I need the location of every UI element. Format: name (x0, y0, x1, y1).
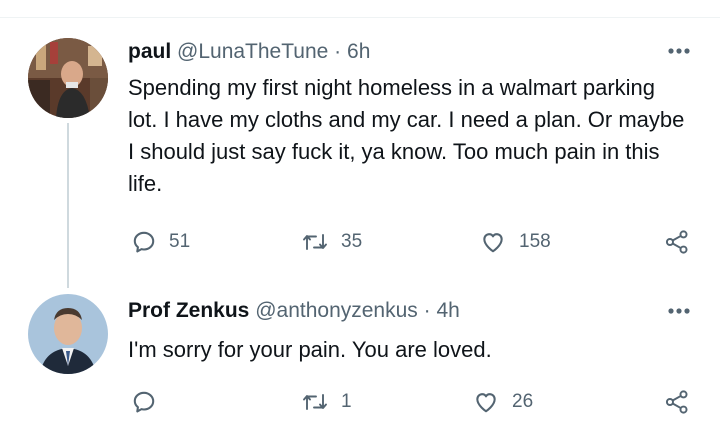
tweet-text: I'm sorry for your pain. You are loved. (128, 337, 492, 362)
tweet-header: paul @LunaTheTune · 6h (128, 38, 370, 66)
share-button[interactable] (664, 227, 690, 257)
timestamp[interactable]: 4h (436, 299, 459, 322)
reply-icon (133, 231, 155, 253)
retweet-button[interactable]: 1 (301, 387, 352, 417)
author-name[interactable]: paul (128, 40, 171, 63)
retweet-button[interactable]: 35 (301, 227, 362, 257)
author-handle[interactable]: @anthonyzenkus (255, 299, 418, 322)
like-count: 26 (512, 391, 534, 412)
more-options-icon (668, 48, 690, 54)
share-icon (665, 390, 688, 414)
heart-icon (483, 233, 503, 253)
author-name[interactable]: Prof Zenkus (128, 299, 249, 322)
retweet-icon (303, 394, 327, 410)
reply-icon (133, 391, 155, 413)
reply-button[interactable]: 51 (131, 227, 190, 257)
avatar[interactable] (28, 294, 108, 374)
more-options-button[interactable] (664, 296, 694, 326)
more-options-icon (668, 308, 690, 314)
retweet-icon (303, 234, 327, 250)
share-icon (665, 230, 688, 254)
like-button[interactable]: 158 (479, 227, 551, 257)
retweet-count: 1 (341, 391, 352, 412)
reply-count: 51 (169, 231, 191, 252)
retweet-count: 35 (341, 231, 363, 252)
like-button[interactable]: 26 (472, 387, 533, 417)
more-options-button[interactable] (664, 36, 694, 66)
separator-dot: · (423, 299, 431, 322)
avatar[interactable] (28, 38, 108, 118)
tweet-text: Spending my first night homeless in a wa… (128, 75, 685, 196)
author-handle[interactable]: @LunaTheTune (177, 40, 328, 63)
separator-dot: · (334, 40, 342, 63)
reply-button[interactable] (131, 387, 169, 417)
heart-icon (476, 393, 496, 413)
tweet-reply[interactable]: Prof Zenkus @anthonyzenkus · 4h I'm sorr… (0, 290, 720, 430)
share-button[interactable] (664, 387, 690, 417)
timestamp[interactable]: 6h (347, 40, 370, 63)
tweet-header: Prof Zenkus @anthonyzenkus · 4h (128, 297, 460, 325)
like-count: 158 (519, 231, 551, 252)
tweet-original[interactable]: paul @LunaTheTune · 6h Spending my first… (0, 0, 720, 290)
